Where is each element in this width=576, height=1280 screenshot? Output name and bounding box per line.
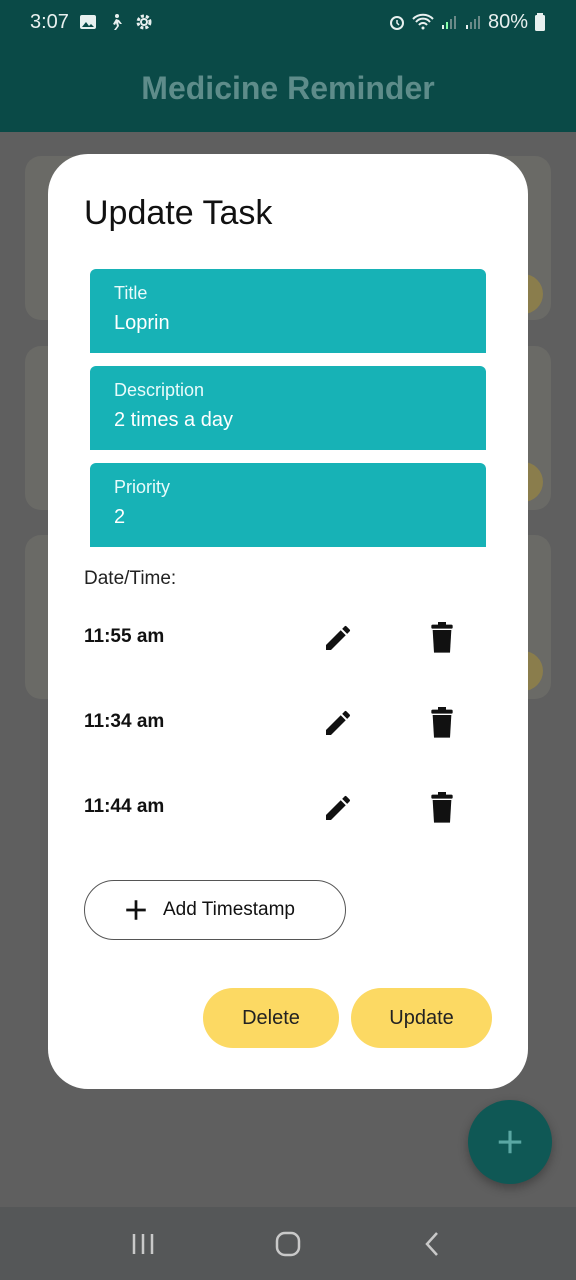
gallery-icon (79, 15, 96, 29)
battery-level: 80% (487, 10, 528, 33)
timestamp-time: 11:34 am (84, 711, 165, 732)
plus-icon (126, 900, 146, 920)
battery-icon (535, 13, 545, 31)
timestamp-row: 11:44 am (84, 782, 504, 832)
system-nav-bar (0, 1207, 576, 1280)
pencil-icon[interactable] (322, 707, 354, 739)
pencil-icon[interactable] (322, 622, 354, 654)
trash-icon[interactable] (428, 792, 456, 824)
status-time: 3:07 (30, 10, 69, 33)
status-bar: 3:07 80% (0, 0, 576, 44)
wifi-icon (412, 13, 434, 30)
pencil-icon[interactable] (322, 792, 354, 824)
timestamp-row: 11:55 am (84, 612, 504, 662)
update-task-dialog: Update Task Title Loprin Description 2 t… (48, 154, 528, 1089)
app-bar: Medicine Reminder (0, 44, 576, 132)
timestamp-row: 11:34 am (84, 697, 504, 747)
timestamp-time: 11:55 am (84, 626, 165, 647)
title-field[interactable]: Title Loprin (90, 269, 486, 353)
alarm-icon (389, 16, 404, 30)
field-value[interactable]: Loprin (114, 312, 462, 335)
signal-icon (465, 16, 480, 29)
field-label: Title (114, 283, 148, 303)
delete-button[interactable]: Delete (203, 988, 339, 1048)
back-icon[interactable] (418, 1229, 448, 1259)
signal-icon (441, 16, 456, 29)
home-icon[interactable] (273, 1229, 303, 1259)
field-label: Priority (114, 477, 171, 497)
recents-icon[interactable] (128, 1229, 158, 1259)
field-value[interactable]: 2 (114, 506, 462, 529)
trash-icon[interactable] (428, 707, 456, 739)
priority-field[interactable]: Priority 2 (90, 463, 486, 547)
field-label: Description (114, 380, 205, 400)
update-button[interactable]: Update (351, 988, 492, 1048)
app-title: Medicine Reminder (141, 69, 435, 106)
dialog-title: Update Task (84, 194, 273, 232)
walking-icon (112, 14, 122, 30)
settings-icon (136, 14, 152, 30)
timestamp-time: 11:44 am (84, 796, 165, 817)
add-timestamp-label: Add Timestamp (163, 899, 295, 920)
trash-icon[interactable] (428, 622, 456, 654)
add-task-fab[interactable] (468, 1100, 552, 1184)
add-timestamp-button[interactable]: Add Timestamp (84, 880, 346, 940)
description-field[interactable]: Description 2 times a day (90, 366, 486, 450)
field-value[interactable]: 2 times a day (114, 409, 462, 432)
plus-icon (498, 1130, 522, 1154)
datetime-label: Date/Time: (84, 568, 177, 589)
